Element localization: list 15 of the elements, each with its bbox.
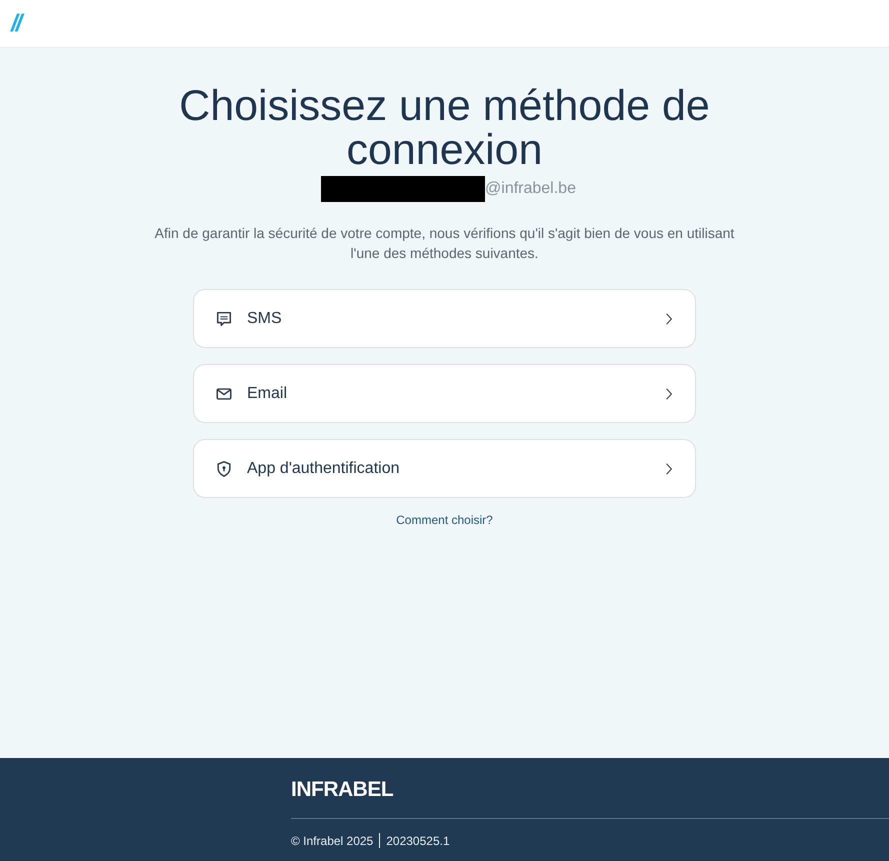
email-domain: @infrabel.be (485, 180, 576, 198)
chevron-right-icon (665, 386, 673, 400)
version-text: 20230525.1 (386, 834, 450, 848)
page-title: Choisissez une méthode de connexion (178, 84, 711, 172)
help-link[interactable]: Comment choisir? (396, 513, 493, 527)
method-option[interactable]: SMS (193, 289, 696, 348)
chevron-right-icon (665, 312, 673, 326)
method-option[interactable]: App d'authentification (193, 439, 696, 498)
sms-icon (215, 310, 233, 328)
description-text: Afin de garantir la sécurité de votre compte, nous vérifions qu'il s'agit bien de vous en utilisant l'une des méthodes suivantes. (154, 224, 734, 263)
chevron-right-icon (665, 462, 673, 476)
brand-logo: INFRABEL (291, 778, 394, 802)
copyright-text: © Infrabel 2025 (291, 834, 374, 848)
method-option[interactable]: Email (193, 364, 696, 423)
shield-icon (215, 460, 233, 478)
